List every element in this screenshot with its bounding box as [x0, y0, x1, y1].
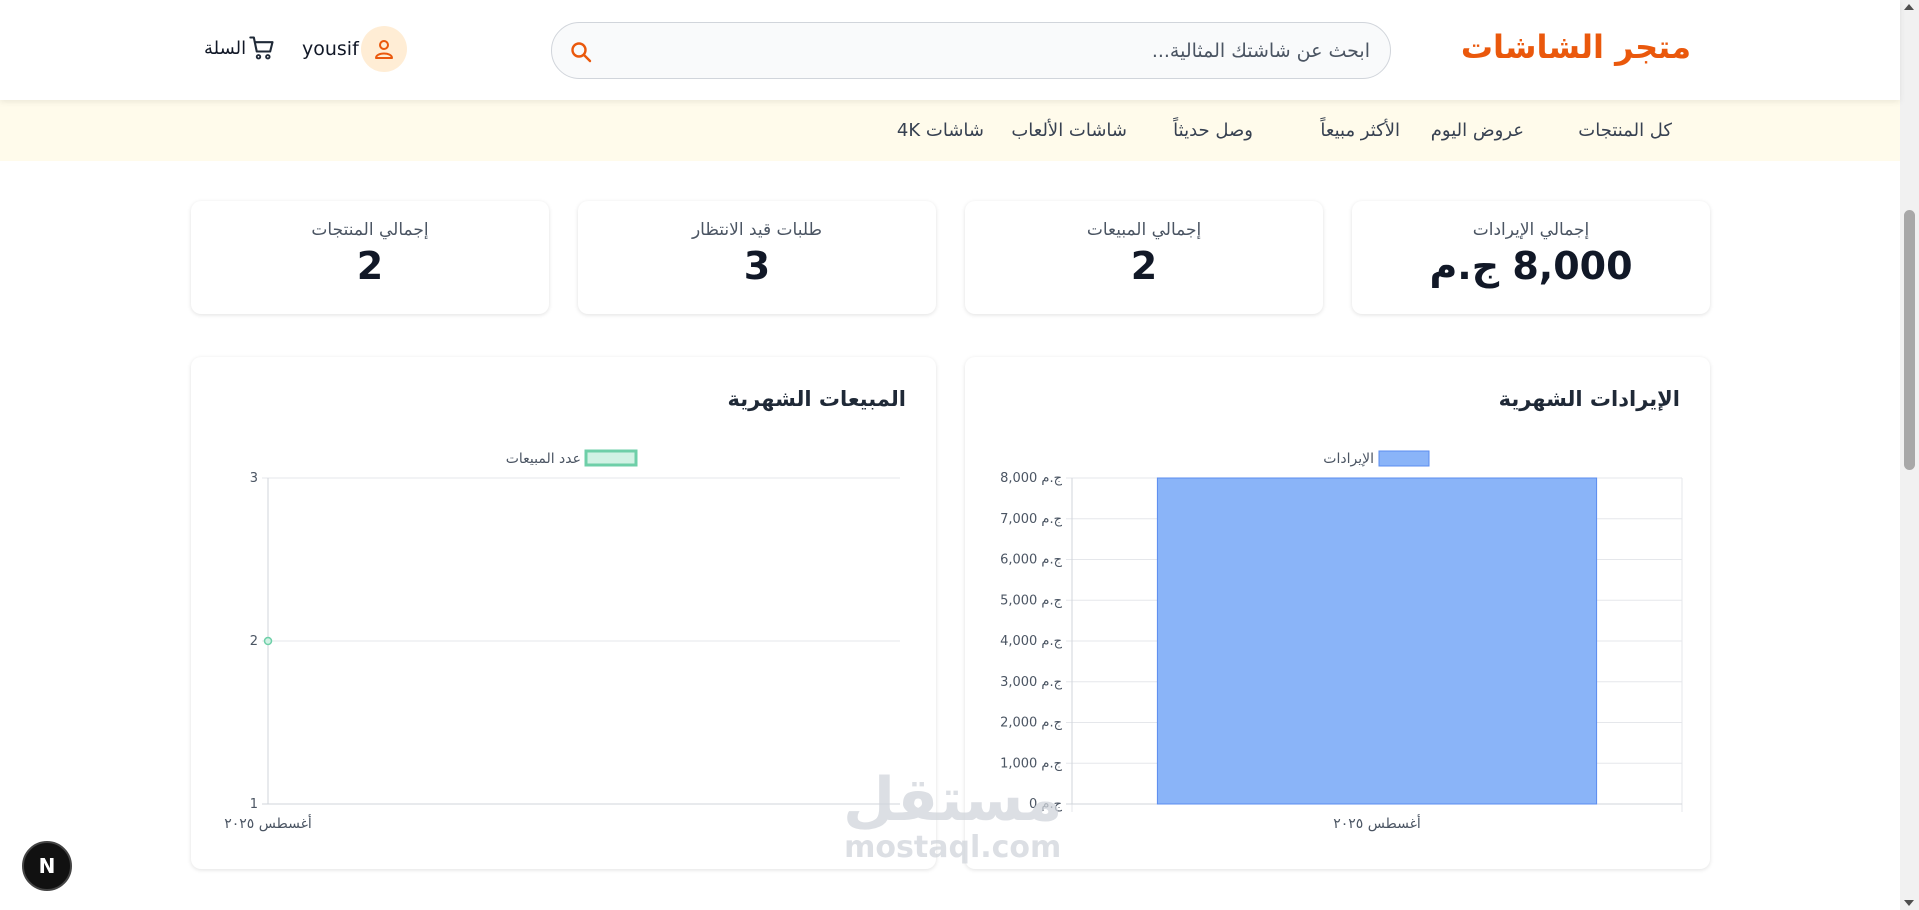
stat-label: إجمالي المبيعات: [1086, 220, 1202, 240]
scroll-up-arrow-icon[interactable]: [1904, 4, 1914, 10]
user-menu[interactable]: yousif: [302, 26, 407, 72]
data-point: [263, 636, 273, 646]
dev-tools-badge[interactable]: N: [22, 841, 72, 891]
y-tick-label: 7,000 ج.م: [1000, 512, 1063, 527]
cart-label: السلة: [204, 37, 247, 59]
cart-button[interactable]: السلة: [204, 34, 276, 62]
site-logo[interactable]: متجر الشاشات: [1461, 28, 1691, 66]
bar: [1156, 477, 1598, 805]
stat-card-pending-orders: طلبات قيد الانتظار 3: [578, 201, 936, 314]
search-input[interactable]: [630, 35, 1370, 67]
y-tick-label: 3,000 ج.م: [1000, 675, 1063, 690]
legend-swatch: [584, 449, 638, 467]
legend-swatch: [1378, 450, 1430, 467]
stat-card-total-products: إجمالي المنتجات 2: [191, 201, 549, 314]
y-tick-label: 4,000 ج.م: [1000, 634, 1063, 649]
y-tick-label: 3: [250, 471, 258, 486]
stat-card-total-sales: إجمالي المبيعات 2: [965, 201, 1323, 314]
sales-chart: 1 2 3 عدد المبيعات أغسطس ٢٠٢٥: [224, 449, 900, 832]
y-tick-label: 5,000 ج.م: [1000, 593, 1063, 608]
watermark: مستقل mostaql.com: [843, 770, 1062, 865]
revenue-chart: 0 ج.م1,000 ج.م2,000 ج.م3,000 ج.م4,000 ج.…: [1000, 450, 1683, 832]
nav-item-best-sellers[interactable]: الأكثر مبيعاً: [1320, 120, 1400, 141]
search-icon: [571, 42, 592, 63]
scroll-thumb[interactable]: [1904, 210, 1915, 470]
avatar: [360, 26, 407, 72]
site-header: متجر الشاشات yousif السلة: [0, 0, 1900, 100]
stat-label: إجمالي الإيرادات: [1472, 220, 1590, 240]
user-name: yousif: [302, 38, 359, 60]
watermark-url: mostaql.com: [844, 830, 1062, 865]
sales-chart-card: المبيعات الشهرية 1 2 3 عدد المبيعات أغسطس ٢٠…: [191, 357, 936, 869]
nav-item-todays-deals[interactable]: عروض اليوم: [1431, 120, 1524, 141]
user-icon: [374, 40, 393, 59]
stat-card-total-revenue: إجمالي الإيرادات 8,000 ج.م: [1352, 201, 1710, 314]
nav-item-new-arrivals[interactable]: وصل حديثاً: [1173, 120, 1253, 141]
nav-item-all-products[interactable]: كل المنتجات: [1578, 120, 1672, 141]
search-button[interactable]: [566, 37, 596, 67]
y-tick-label: 6,000 ج.م: [1000, 553, 1063, 568]
legend-label: الإيرادات: [1323, 451, 1374, 467]
nav-item-4k-monitors[interactable]: شاشات 4K: [897, 120, 984, 141]
legend-label: عدد المبيعات: [506, 451, 581, 467]
y-tick-label: 2: [250, 634, 258, 649]
y-tick-label: 1: [250, 797, 258, 812]
revenue-chart-card: الإيرادات الشهرية 0 ج.م 1,000 ج.م 2,000 ج.…: [965, 357, 1710, 869]
cart-icon: [249, 36, 274, 60]
stat-value: 3: [743, 244, 771, 288]
watermark-logo: مستقل: [843, 765, 1063, 835]
stat-value: 2: [1130, 244, 1158, 288]
nav-item-gaming-monitors[interactable]: شاشات الألعاب: [1011, 120, 1127, 141]
x-tick-label: أغسطس ٢٠٢٥: [1333, 814, 1421, 832]
y-tick-label: 8,000 ج.م: [1000, 471, 1063, 486]
scroll-down-arrow-icon[interactable]: [1904, 900, 1914, 906]
stat-label: إجمالي المنتجات: [311, 220, 429, 240]
stat-label: طلبات قيد الانتظار: [691, 220, 823, 240]
category-nav: كل المنتجات عروض اليوم الأكثر مبيعاً وصل…: [0, 100, 1900, 161]
page-scrollbar[interactable]: [1900, 0, 1919, 910]
stat-value: 8,000 ج.م: [1429, 244, 1633, 288]
y-tick-label: 2,000 ج.م: [1000, 716, 1063, 731]
x-tick-label: أغسطس ٢٠٢٥: [224, 814, 312, 832]
search-bar: [551, 22, 1391, 79]
stat-value: 2: [356, 244, 384, 288]
